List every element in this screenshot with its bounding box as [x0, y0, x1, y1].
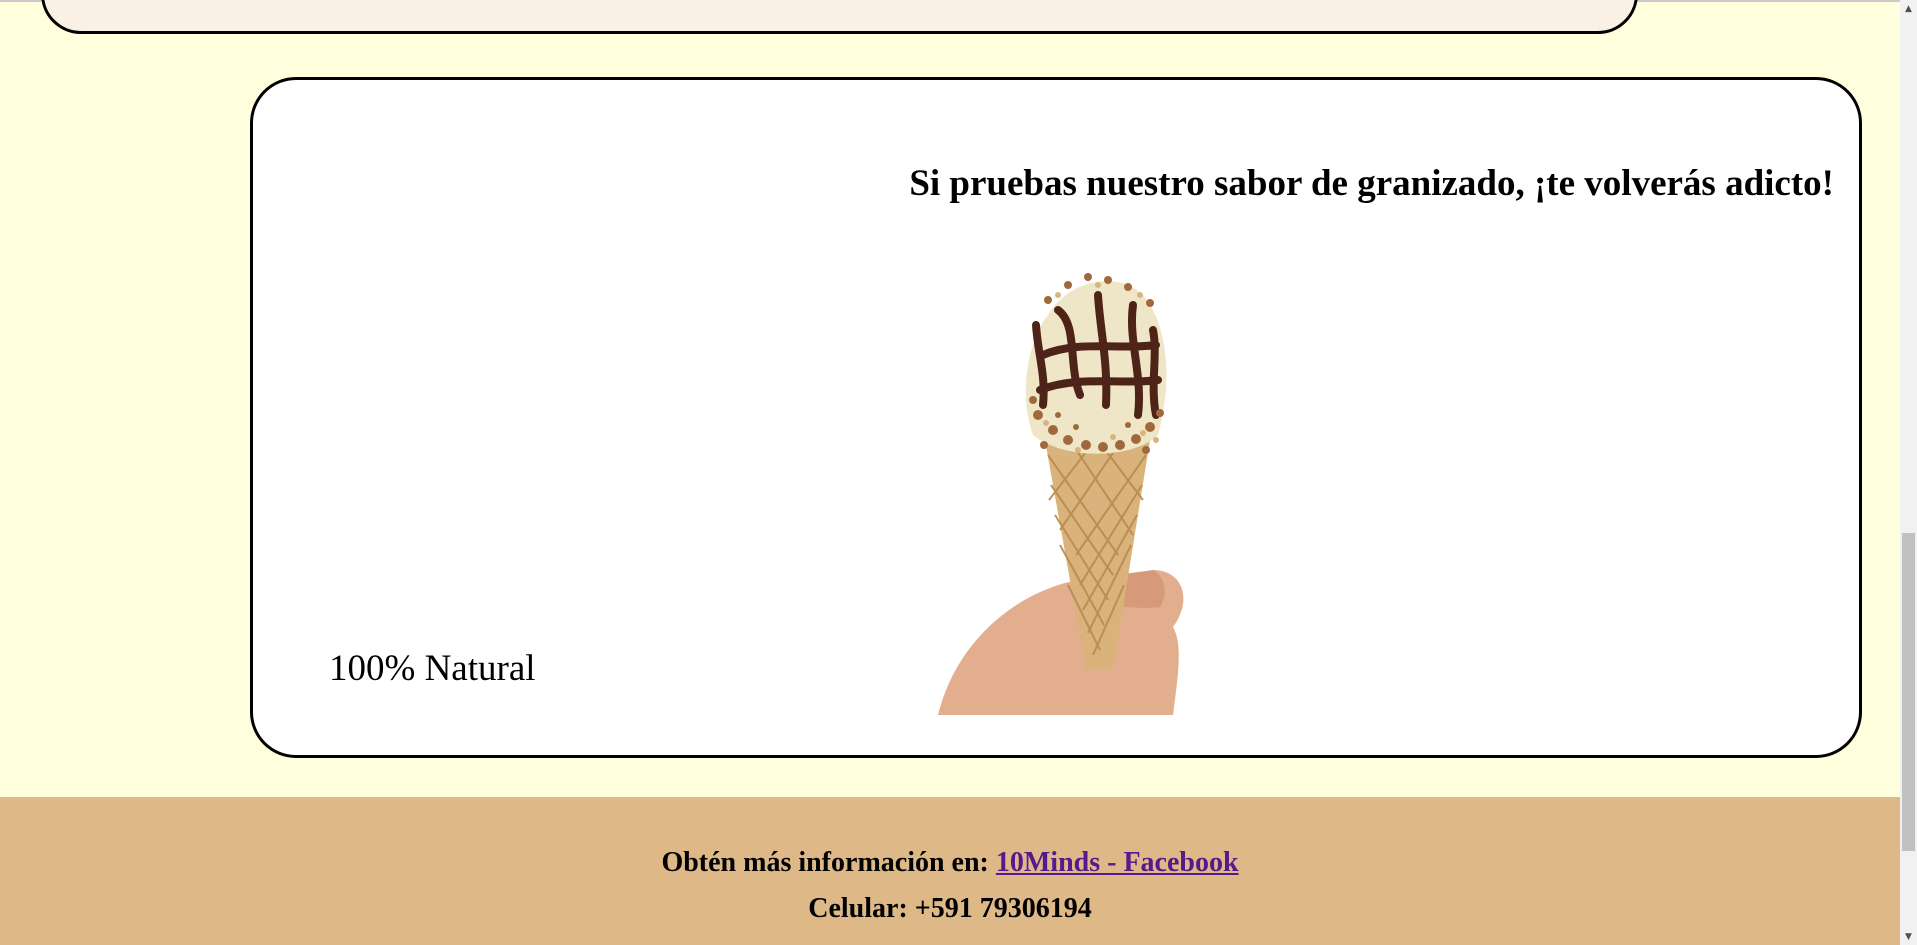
footer-info-label: Obtén más información en:	[661, 847, 996, 878]
scrollbar-thumb[interactable]	[1902, 533, 1915, 851]
scroll-down-arrow-icon[interactable]: ▼	[1900, 928, 1917, 945]
promo-heading: Si pruebas nuestro sabor de granizado, ¡…	[909, 163, 1834, 204]
previous-section-card	[41, 0, 1638, 34]
site-footer: Obtén más información en: 10Minds - Face…	[0, 797, 1900, 945]
footer-phone: Celular: +591 79306194	[808, 893, 1092, 924]
ice-cream-cone-image	[938, 273, 1184, 715]
vertical-scrollbar[interactable]: ▲ ▼	[1900, 0, 1917, 945]
natural-caption: 100% Natural	[329, 648, 536, 689]
facebook-link[interactable]: 10Minds - Facebook	[996, 847, 1239, 878]
promo-card: Si pruebas nuestro sabor de granizado, ¡…	[250, 77, 1862, 758]
page-viewport: Si pruebas nuestro sabor de granizado, ¡…	[0, 0, 1900, 945]
scroll-up-arrow-icon[interactable]: ▲	[1900, 0, 1917, 17]
footer-info-line: Obtén más información en: 10Minds - Face…	[0, 847, 1900, 879]
